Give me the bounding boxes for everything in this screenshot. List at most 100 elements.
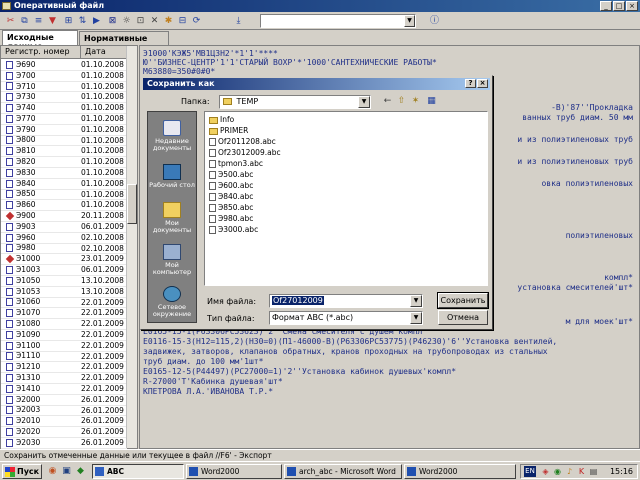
place-my-documents[interactable]: Мои документы bbox=[148, 202, 196, 234]
col-header-reg[interactable]: Регистр. номер bbox=[1, 46, 81, 59]
list-item[interactable]: Э1310 22.01.2009 bbox=[1, 373, 127, 384]
chevron-down-icon[interactable]: ▼ bbox=[410, 312, 422, 324]
list-item[interactable]: Э903 06.01.2009 bbox=[1, 222, 127, 233]
list-item[interactable]: Э810 01.10.2008 bbox=[1, 146, 127, 158]
sort-icon[interactable]: ⇅ bbox=[76, 15, 89, 27]
bug-icon[interactable]: ☼ bbox=[120, 15, 133, 27]
list-item[interactable]: Э710 01.10.2008 bbox=[1, 82, 127, 93]
scissors-icon[interactable]: ✂ bbox=[4, 15, 17, 27]
list-item[interactable]: Э850 01.10.2008 bbox=[1, 189, 127, 201]
chevron-down-icon[interactable]: ▼ bbox=[358, 96, 370, 108]
task-word2000-1[interactable]: Word2000 bbox=[186, 464, 282, 479]
quicklaunch-ie-icon[interactable]: ◉ bbox=[46, 465, 59, 477]
col-header-date[interactable]: Дата bbox=[81, 46, 127, 59]
place-network[interactable]: Сетевое окружение bbox=[148, 286, 196, 318]
db-icon[interactable]: ⊟ bbox=[176, 15, 189, 27]
list-item[interactable]: Э2030 26.01.2009 bbox=[1, 438, 127, 449]
file-item[interactable]: Э850.abc bbox=[209, 203, 253, 213]
tab-source-data[interactable]: Исходные данные bbox=[2, 30, 78, 51]
copy-icon[interactable]: ⧉ bbox=[18, 15, 31, 27]
chevron-down-icon[interactable]: ▼ bbox=[404, 15, 415, 27]
list-item[interactable]: Э1000 23.01.2009 bbox=[1, 254, 127, 266]
file-item[interactable]: Of23012009.abc bbox=[209, 148, 281, 158]
file-item[interactable]: Of2011208.abc bbox=[209, 137, 276, 147]
file-item[interactable]: Э840.abc bbox=[209, 192, 253, 202]
file-item[interactable]: Э980.abc bbox=[209, 214, 253, 224]
list-item[interactable]: Э1070 22.01.2009 bbox=[1, 308, 127, 320]
quicklaunch-desktop-icon[interactable]: ▣ bbox=[60, 465, 73, 477]
filetype-select[interactable]: Формат ABC (*.abc) ▼ bbox=[269, 311, 423, 325]
help-button[interactable]: ? bbox=[465, 79, 476, 88]
fetch-icon[interactable]: ⤓ bbox=[232, 15, 245, 27]
list-item[interactable]: Э1410 22.01.2009 bbox=[1, 384, 127, 395]
list-item[interactable]: Э770 01.10.2008 bbox=[1, 114, 127, 125]
place-my-computer[interactable]: Мой компьютер bbox=[148, 244, 196, 276]
list-item[interactable]: Э700 01.10.2008 bbox=[1, 71, 127, 82]
folder-select[interactable]: TEMP ▼ bbox=[219, 95, 371, 109]
place-desktop[interactable]: Рабочий стол bbox=[148, 164, 196, 189]
new-folder-icon[interactable]: ✶ bbox=[409, 95, 422, 107]
star-icon[interactable]: ✱ bbox=[162, 15, 175, 27]
filter-icon[interactable]: ▼ bbox=[46, 15, 59, 27]
scroll-thumb[interactable] bbox=[127, 184, 137, 224]
task-arch-word[interactable]: arch_abc - Microsoft Word bbox=[284, 464, 402, 479]
list-item[interactable]: Э1080 22.01.2009 bbox=[1, 319, 127, 330]
folder-item[interactable]: Info bbox=[209, 115, 234, 125]
file-list[interactable]: Info PRIMER Of2011208.abc Of23012009.abc tpm… bbox=[204, 111, 488, 286]
tray-k-icon[interactable]: K bbox=[577, 467, 586, 476]
up-folder-icon[interactable]: ⇧ bbox=[395, 95, 408, 107]
list-item[interactable]: Э820 01.10.2008 bbox=[1, 157, 127, 168]
tray-network-icon[interactable]: ◉ bbox=[553, 467, 562, 476]
save-button[interactable]: Сохранить bbox=[437, 292, 489, 309]
list-item[interactable]: Э960 02.10.2008 bbox=[1, 233, 127, 244]
list-item[interactable]: Э980 02.10.2008 bbox=[1, 243, 127, 255]
view-menu-icon[interactable]: ▦ bbox=[425, 95, 438, 107]
tray-volume-icon[interactable]: ♪ bbox=[565, 467, 574, 476]
list-scrollbar[interactable] bbox=[126, 46, 137, 448]
maximize-button[interactable]: □ bbox=[613, 1, 625, 11]
list-item[interactable]: Э860 01.10.2008 bbox=[1, 200, 127, 212]
list-item[interactable]: Э790 01.10.2008 bbox=[1, 125, 127, 136]
list-item[interactable]: Э1100 22.01.2009 bbox=[1, 341, 127, 352]
list-item[interactable]: Э2020 26.01.2009 bbox=[1, 427, 127, 438]
list-item[interactable]: Э730 01.10.2008 bbox=[1, 92, 127, 104]
insert-icon[interactable]: ⊞ bbox=[62, 15, 75, 27]
list-item[interactable]: Э1060 22.01.2009 bbox=[1, 297, 127, 309]
list-item[interactable]: Э900 20.11.2008 bbox=[1, 211, 127, 222]
list-item[interactable]: Э1210 22.01.2009 bbox=[1, 362, 127, 374]
back-icon[interactable]: ← bbox=[381, 95, 394, 107]
list-item[interactable]: Э1110 22.01.2009 bbox=[1, 351, 127, 363]
toolbar-combo[interactable]: ▼ bbox=[260, 14, 416, 28]
file-item[interactable]: tpmon3.abc bbox=[209, 159, 263, 169]
list-item[interactable]: Э690 01.10.2008 bbox=[1, 60, 127, 71]
cancel-button[interactable]: Отмена bbox=[438, 310, 488, 325]
info-icon[interactable]: ⓘ bbox=[428, 15, 441, 27]
filename-input[interactable]: Of27012009 ▼ bbox=[269, 294, 423, 308]
list-item[interactable]: Э2003 26.01.2009 bbox=[1, 405, 127, 417]
file-item[interactable]: Э500.abc bbox=[209, 170, 253, 180]
list-item[interactable]: Э840 01.10.2008 bbox=[1, 179, 127, 190]
folder-item[interactable]: PRIMER bbox=[209, 126, 248, 136]
list-item[interactable]: Э740 01.10.2008 bbox=[1, 103, 127, 114]
task-abc[interactable]: ABC bbox=[92, 464, 184, 479]
tray-app-icon[interactable]: ▤ bbox=[589, 467, 598, 476]
list-item[interactable]: Э1090 22.01.2009 bbox=[1, 330, 127, 341]
x-icon[interactable]: ✕ bbox=[148, 15, 161, 27]
quicklaunch-app-icon[interactable]: ◆ bbox=[74, 465, 87, 477]
close-button[interactable]: × bbox=[626, 1, 638, 11]
list-item[interactable]: Э2010 26.01.2009 bbox=[1, 416, 127, 428]
start-button[interactable]: Пуск bbox=[2, 464, 42, 479]
dialog-close-button[interactable]: × bbox=[477, 79, 488, 88]
list-item[interactable]: Э2000 26.01.2009 bbox=[1, 395, 127, 406]
tab-normative-data[interactable]: Нормативные данные bbox=[79, 31, 169, 52]
file-item[interactable]: Э600.abc bbox=[209, 181, 253, 191]
file-item[interactable]: Э3000.abc bbox=[209, 225, 258, 235]
list-item[interactable]: Э1050 13.10.2008 bbox=[1, 276, 127, 287]
tray-antivirus-icon[interactable]: ◈ bbox=[541, 467, 550, 476]
place-recent[interactable]: Недавние документы bbox=[148, 120, 196, 152]
task-word2000-2[interactable]: Word2000 bbox=[404, 464, 516, 479]
play-icon[interactable]: ▶ bbox=[90, 15, 103, 27]
list-item[interactable]: Э830 01.10.2008 bbox=[1, 168, 127, 179]
chevron-down-icon[interactable]: ▼ bbox=[410, 295, 422, 307]
language-indicator[interactable]: EN bbox=[524, 466, 536, 477]
